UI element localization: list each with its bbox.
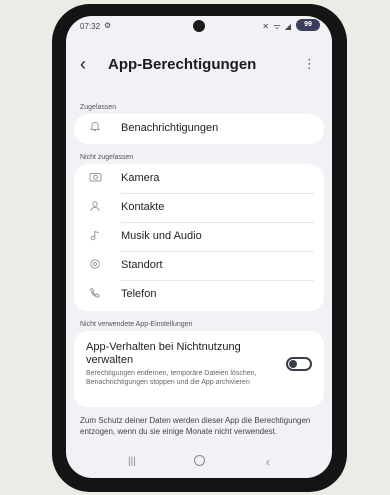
permission-label: Kamera xyxy=(121,172,160,184)
divider xyxy=(121,251,314,252)
divider xyxy=(121,280,314,281)
back-icon[interactable]: ‹ xyxy=(80,54,86,75)
more-options-icon[interactable]: ⋮ xyxy=(303,56,316,72)
signal-icons: ✕ ᯤ ◢ xyxy=(262,22,292,31)
section-label-allowed: Zugelassen xyxy=(80,104,117,111)
permission-label: Musik und Audio xyxy=(121,230,202,242)
permission-label: Benachrichtigungen xyxy=(121,122,219,134)
section-label-unused: Nicht verwendete App-Einstellungen xyxy=(80,321,193,328)
app-bar: ‹ App-Berechtigungen ⋮ xyxy=(66,44,332,84)
music-note-icon xyxy=(88,229,102,243)
unused-app-toggle[interactable] xyxy=(286,357,312,371)
permission-label: Kontakte xyxy=(121,201,165,213)
page-title: App-Berechtigungen xyxy=(108,56,257,73)
person-icon xyxy=(88,200,102,214)
unused-app-description: Berechtigungen entfernen, temporäre Date… xyxy=(86,370,257,386)
divider xyxy=(121,222,314,223)
camera-icon xyxy=(88,171,102,185)
phone-icon xyxy=(88,287,102,301)
battery-badge: 99 xyxy=(296,19,320,31)
permission-row-phone[interactable]: Telefon xyxy=(74,280,324,309)
permission-row-location[interactable]: Standort xyxy=(74,251,324,280)
bell-icon xyxy=(88,121,102,135)
permission-row-camera[interactable]: Kamera xyxy=(74,164,324,193)
not-allowed-card: Kamera Kontakte Musik und Audio Standort xyxy=(74,164,324,311)
toggle-knob xyxy=(289,360,297,368)
allowed-card: Benachrichtigungen xyxy=(74,114,324,144)
permission-label: Standort xyxy=(121,259,163,271)
home-icon[interactable] xyxy=(194,455,205,466)
back-nav-icon[interactable]: ‹ xyxy=(266,455,270,469)
navigation-bar: ||| ‹ xyxy=(66,452,332,474)
recents-icon[interactable]: ||| xyxy=(128,456,136,467)
unused-app-title: App-Verhalten bei Nichtnutzung verwalten xyxy=(86,341,241,366)
permission-row-contacts[interactable]: Kontakte xyxy=(74,193,324,222)
unused-app-card[interactable]: App-Verhalten bei Nichtnutzung verwalten… xyxy=(74,331,324,407)
divider xyxy=(121,193,314,194)
gear-icon: ⚙ xyxy=(104,21,112,30)
privacy-footnote: Zum Schutz deiner Daten werden dieser Ap… xyxy=(80,416,311,436)
permission-row-music-audio[interactable]: Musik und Audio xyxy=(74,222,324,251)
screen: 07:32 ⚙ ✕ ᯤ ◢ 99 ‹ App-Berechtigungen ⋮ … xyxy=(66,16,332,478)
status-bar: 07:32 ⚙ ✕ ᯤ ◢ 99 xyxy=(66,16,332,36)
permission-row-notifications[interactable]: Benachrichtigungen xyxy=(74,114,324,143)
permission-label: Telefon xyxy=(121,288,157,300)
location-icon xyxy=(88,258,102,272)
status-time: 07:32 xyxy=(80,22,101,31)
section-label-not-allowed: Nicht zugelassen xyxy=(80,154,134,161)
